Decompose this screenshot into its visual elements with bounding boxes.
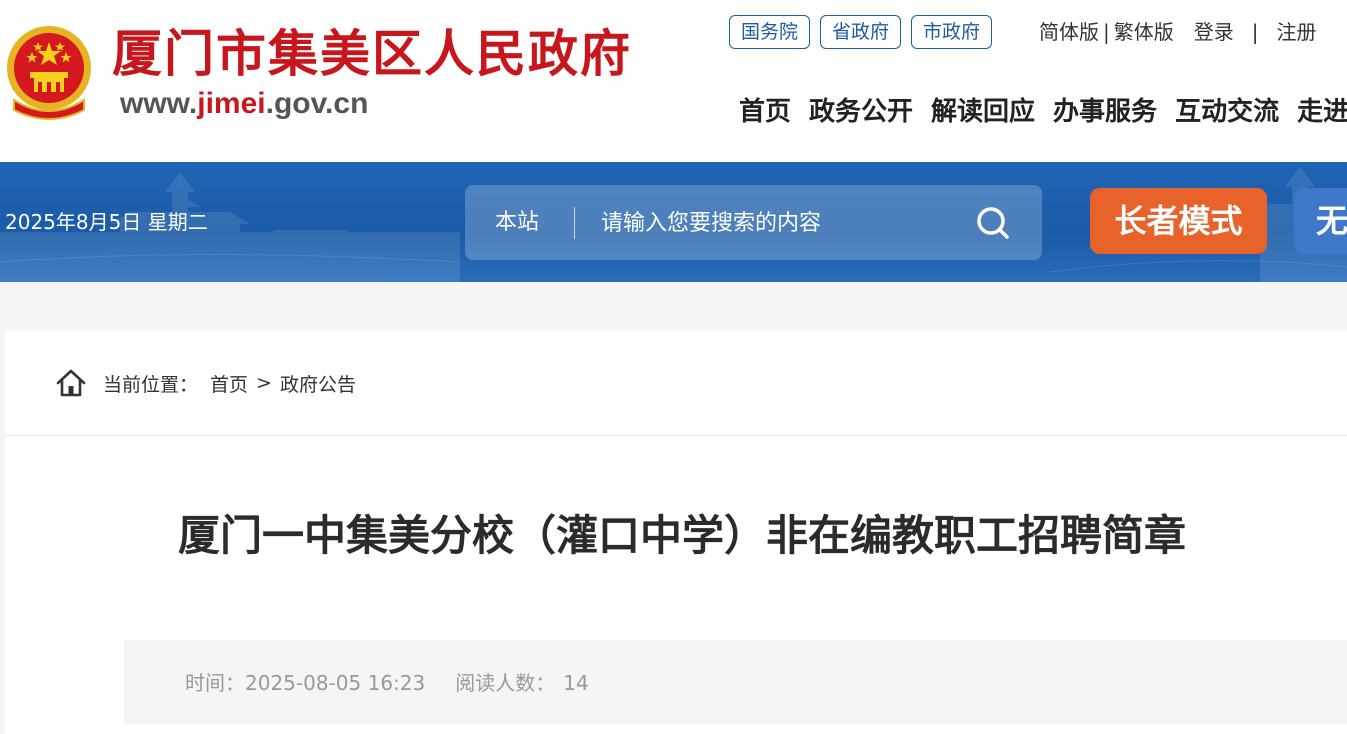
register-link[interactable]: 注册: [1277, 20, 1317, 44]
nav-about-jimei[interactable]: 走进集美: [1297, 92, 1347, 132]
site-url-prefix: www.: [120, 87, 198, 120]
breadcrumb-current[interactable]: 政府公告: [280, 370, 356, 397]
article-meta: 时间：2025-08-05 16:23 阅读人数： 14: [124, 640, 1347, 724]
simplified-link[interactable]: 简体版: [1039, 20, 1099, 44]
accessibility-button[interactable]: 无障碍: [1294, 188, 1347, 254]
nav-gov-affairs[interactable]: 政务公开: [809, 92, 913, 132]
site-url-highlight: jimei: [197, 87, 266, 120]
traditional-link[interactable]: 繁体版: [1114, 20, 1174, 44]
home-icon[interactable]: [55, 368, 87, 398]
article-title: 厦门一中集美分校（灌口中学）非在编教职工招聘简章: [178, 511, 1187, 560]
search-icon[interactable]: [973, 205, 1013, 241]
breadcrumb: 当前位置： 首页 > 政府公告: [55, 366, 356, 400]
time-label: 时间：: [185, 671, 245, 695]
main-nav: 首页 政务公开 解读回应 办事服务 互动交流 走进集美: [739, 92, 1347, 132]
gov-link-province[interactable]: 省政府: [820, 15, 902, 49]
site-title[interactable]: 厦门市集美区人民政府: [112, 22, 632, 86]
login-link[interactable]: 登录: [1194, 20, 1234, 44]
nav-home[interactable]: 首页: [739, 92, 791, 132]
current-date: 2025年8月5日 星期二: [5, 210, 208, 234]
search-scope[interactable]: 本站: [495, 207, 539, 239]
search-box: 本站: [465, 185, 1042, 260]
nav-services[interactable]: 办事服务: [1053, 92, 1157, 132]
breadcrumb-divider: [5, 435, 1347, 436]
meta-text: 时间：2025-08-05 16:23 阅读人数： 14: [185, 668, 589, 698]
site-url: www.jimei.gov.cn: [120, 86, 368, 122]
national-emblem-icon: [7, 26, 91, 120]
breadcrumb-separator: >: [256, 372, 272, 394]
gov-link-state-council[interactable]: 国务院: [729, 15, 811, 49]
site-header: 厦门市集美区人民政府 www.jimei.gov.cn 国务院 省政府 市政府 …: [0, 0, 1347, 162]
search-input[interactable]: [599, 205, 959, 241]
breadcrumb-home[interactable]: 首页: [210, 370, 248, 397]
breadcrumb-label: 当前位置：: [103, 373, 199, 396]
gov-link-city[interactable]: 市政府: [911, 15, 993, 49]
search-divider: [574, 207, 575, 239]
search-band: 2025年8月5日 星期二 本站 长者模式 无障碍: [0, 162, 1347, 282]
top-right-links: 简体版 | 繁体版 登录 | 注册: [1039, 17, 1317, 47]
elder-mode-button[interactable]: 长者模式: [1090, 188, 1267, 254]
nav-interpretation[interactable]: 解读回应: [931, 92, 1035, 132]
views-value: 14: [563, 671, 589, 695]
views-label: 阅读人数：: [455, 671, 556, 695]
site-url-suffix: .gov.cn: [265, 87, 369, 120]
nav-interaction[interactable]: 互动交流: [1175, 92, 1279, 132]
time-value: 2025-08-05 16:23: [245, 671, 426, 695]
gov-links: 国务院 省政府 市政府: [729, 15, 993, 49]
account-separator: |: [1251, 20, 1259, 44]
lang-separator: |: [1103, 20, 1110, 44]
